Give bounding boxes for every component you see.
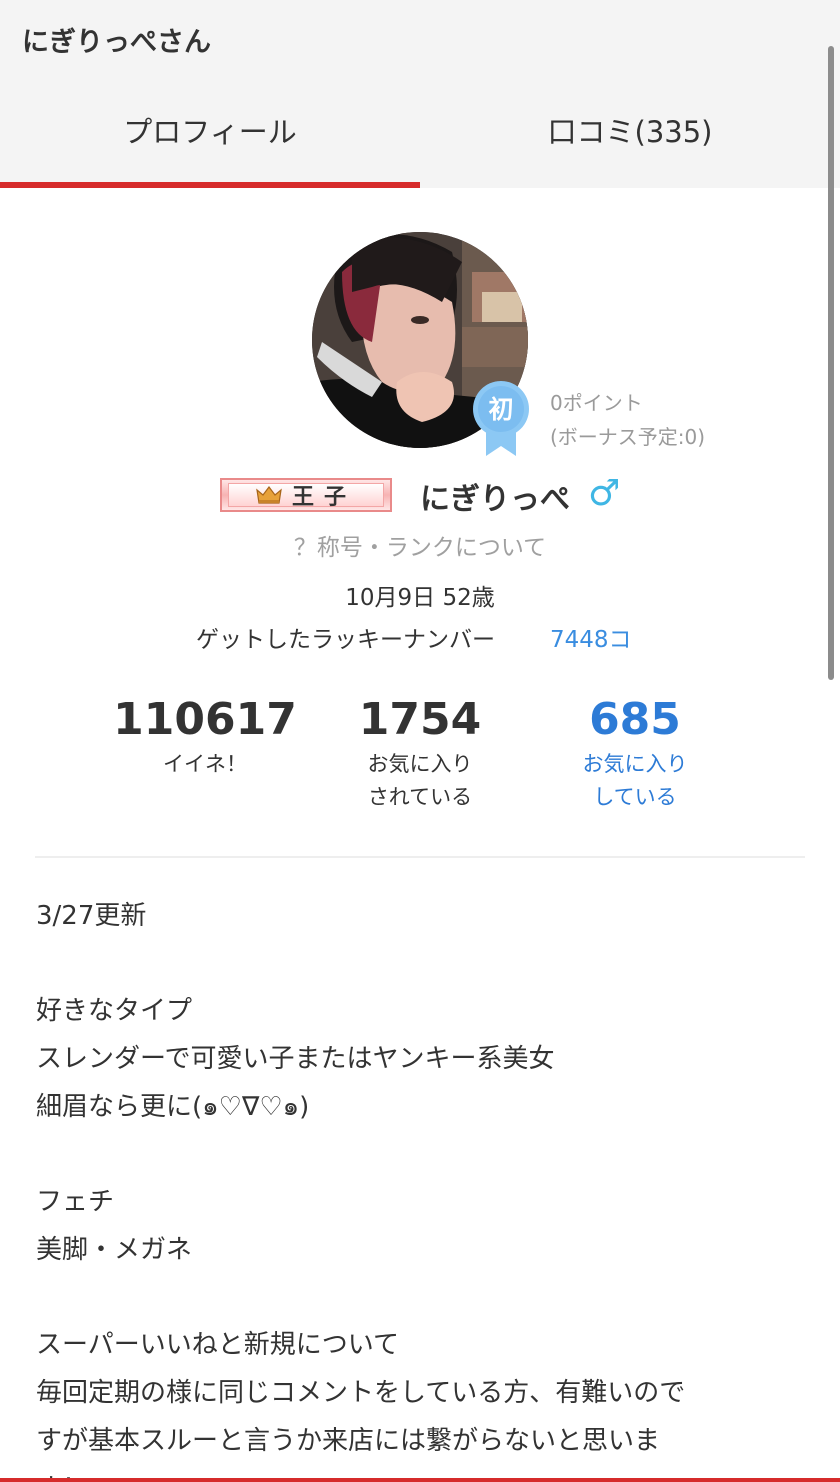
rank-badge: 王子 <box>220 478 392 512</box>
bio-line: 毎回定期の様に同じコメントをしている方、有難いので <box>36 1378 686 1408</box>
bio-line <box>36 1131 806 1178</box>
stat-favoriting-label-line2[interactable]: している <box>525 781 745 814</box>
bio-line: スレンダーで可愛い子またはヤンキー系美女 <box>36 1044 555 1074</box>
stat-likes-label: イイネ！ <box>163 752 247 776</box>
stat-favoriting-number[interactable]: 685 <box>525 692 745 748</box>
page-title: にぎりっぺさん <box>22 27 211 58</box>
bonus-value: (ボーナス予定:0) <box>550 425 706 449</box>
lucky-number-label: ゲットしたラッキーナンバー <box>196 627 495 653</box>
badge-label: 初 <box>488 395 514 424</box>
male-icon: ♂ <box>588 473 621 514</box>
rank-help-link[interactable]: ？称号・ランクについて <box>0 528 840 562</box>
bio-text: 3/27更新 好きなタイプ スレンダーで可愛い子またはヤンキー系美女 細眉なら更… <box>36 892 806 1482</box>
tab-reviews[interactable]: 口コミ(335) <box>420 100 840 188</box>
stat-favorited-by: 1754 お気に入り されている <box>310 692 530 814</box>
active-tab-indicator <box>0 182 420 188</box>
bio-line: 美脚・メガネ <box>36 1235 193 1265</box>
stat-likes: 110617 イイネ！ <box>95 692 315 781</box>
stat-favorited-by-label-line1: お気に入り <box>367 752 473 776</box>
birthday-age: 10月9日 52歳 <box>345 585 495 611</box>
bottom-edge <box>0 1478 840 1482</box>
username: にぎりっぺ <box>420 482 570 517</box>
bio-line: 細眉なら更に(๑♡∇♡๑) <box>36 1092 310 1122</box>
stat-favoriting[interactable]: 685 お気に入り している <box>525 692 745 814</box>
stat-favoriting-label-line1[interactable]: お気に入り <box>525 748 745 781</box>
bio-line: フェチ <box>36 1187 115 1217</box>
tab-profile[interactable]: プロフィール <box>0 100 420 188</box>
bio-line: 好きなタイプ <box>36 996 193 1026</box>
stat-favorited-by-label-line2: されている <box>367 785 473 809</box>
bio-line: 3/27更新 <box>36 901 147 931</box>
bio-line: スーパーいいねと新規について <box>36 1330 399 1360</box>
points-info: 0ポイント (ボーナス予定:0) <box>550 386 705 454</box>
top-bar: にぎりっぺさん プロフィール 口コミ(335) <box>0 0 840 188</box>
bio-line: すが基本スルーと言うか来店には繋がらないと思いま <box>36 1426 661 1456</box>
stat-likes-number: 110617 <box>113 694 297 745</box>
points-value: 0ポイント <box>550 391 643 415</box>
crown-icon <box>256 486 282 504</box>
bio-line <box>36 940 806 987</box>
rank-label: 王子 <box>291 485 356 510</box>
divider <box>35 856 805 858</box>
first-timer-badge: 初 <box>472 380 530 456</box>
stat-favorited-by-number: 1754 <box>358 694 482 745</box>
lucky-number-value[interactable]: 7448コ <box>550 620 632 654</box>
bio-line <box>36 1274 806 1321</box>
